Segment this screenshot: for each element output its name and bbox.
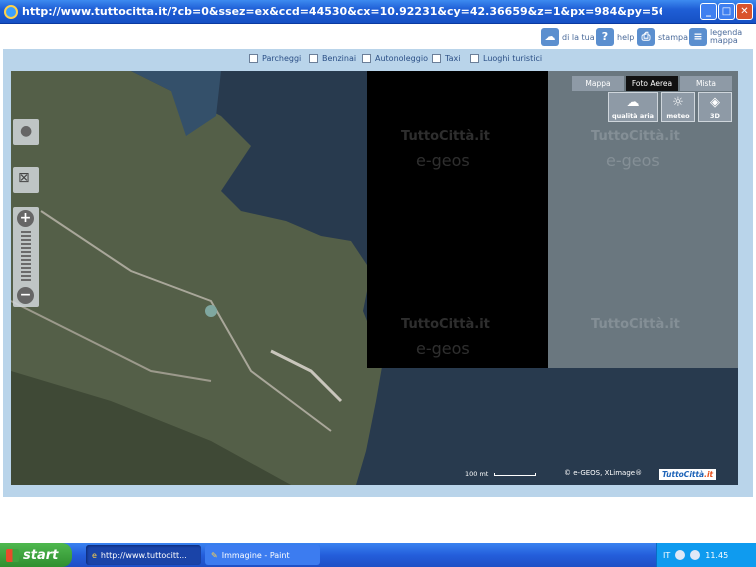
reset-icon: ⊠ — [18, 170, 30, 186]
taskbar: start e http://www.tuttocitt... ✎ Immagine… — [0, 543, 756, 567]
help-link[interactable]: ? help — [596, 28, 634, 46]
watermark: e-geos — [606, 151, 660, 170]
help-icon: ? — [596, 28, 614, 46]
checkbox[interactable] — [249, 54, 258, 63]
chat-icon: ☁ — [541, 28, 559, 46]
checkbox[interactable] — [432, 54, 441, 63]
ie-icon — [4, 5, 18, 19]
close-button[interactable]: ✕ — [736, 3, 753, 20]
filter-benzinai[interactable]: Benzinai — [309, 54, 356, 63]
copyright: © e-GEOS, XLimage® — [564, 469, 643, 477]
task-paint[interactable]: ✎ Immagine - Paint — [205, 545, 320, 565]
street-view-button[interactable]: ● — [13, 119, 39, 145]
clock: 11.45 — [705, 550, 729, 560]
sun-icon: ☼ — [672, 95, 684, 110]
zoom-control[interactable]: + − — [13, 207, 39, 307]
window-titlebar: http://www.tuttocitta.it/?cb=0&ssez=ex&c… — [0, 0, 756, 24]
scale-bar: 100 mt — [465, 470, 537, 478]
system-tray: IT 11.45 — [656, 543, 756, 567]
tuttocitta-logo: TuttoCittà.it — [659, 469, 717, 480]
filter-luoghi-turistici[interactable]: Luoghi turistici — [470, 54, 542, 63]
watermark: e-geos — [416, 151, 470, 170]
volume-icon[interactable] — [690, 550, 701, 560]
watermark: TuttoCittà.it — [591, 129, 680, 144]
cloud-icon: ☁ — [626, 95, 640, 110]
zoom-slider[interactable] — [21, 231, 31, 283]
cube-icon: ◈ — [710, 95, 720, 110]
zoom-in-button[interactable]: + — [17, 210, 34, 227]
checkbox[interactable] — [470, 54, 479, 63]
ie-icon: e — [92, 550, 97, 560]
tab-foto-aerea[interactable]: Foto Aerea — [626, 76, 678, 91]
scale-line — [494, 472, 537, 476]
paint-icon: ✎ — [211, 550, 218, 560]
share-link[interactable]: ☁ di la tua — [541, 28, 595, 46]
map-tools: ☁ qualità aria ☼ meteo ◈ 3D — [608, 92, 732, 122]
printer-icon: ⎙ — [637, 28, 655, 46]
language-indicator[interactable]: IT — [663, 551, 670, 560]
view-tabs: Mappa Foto Aerea Mista — [572, 76, 732, 91]
weather-button[interactable]: ☼ meteo — [661, 92, 695, 122]
checkbox[interactable] — [309, 54, 318, 63]
start-button[interactable]: start — [0, 543, 72, 567]
network-icon[interactable] — [675, 550, 686, 560]
list-icon: ≡ — [689, 28, 707, 46]
maximize-button[interactable]: □ — [718, 3, 735, 20]
minimize-button[interactable]: _ — [700, 3, 717, 20]
poi-filters: Parcheggi Benzinai Autonoleggio Taxi Luo… — [3, 51, 753, 69]
filter-autonoleggio[interactable]: Autonoleggio — [362, 54, 428, 63]
windows-logo-icon — [6, 548, 19, 562]
aerial-map[interactable]: TuttoCittà.it e-geos TuttoCittà.it e-geo… — [11, 71, 738, 485]
watermark: TuttoCittà.it — [401, 317, 490, 332]
watermark: e-geos — [416, 339, 470, 358]
air-quality-button[interactable]: ☁ qualità aria — [608, 92, 658, 122]
3d-button[interactable]: ◈ 3D — [698, 92, 732, 122]
page-bottom — [3, 497, 753, 537]
person-icon: ● — [20, 123, 33, 139]
page-toolbar: ☁ di la tua ? help ⎙ stampa ≡ legenda mappa — [3, 24, 753, 49]
zoom-out-button[interactable]: − — [17, 287, 34, 304]
window-title: http://www.tuttocitta.it/?cb=0&ssez=ex&c… — [22, 5, 662, 18]
filter-parcheggi[interactable]: Parcheggi — [249, 54, 301, 63]
checkbox[interactable] — [362, 54, 371, 63]
watermark: TuttoCittà.it — [591, 317, 680, 332]
print-link[interactable]: ⎙ stampa — [637, 28, 688, 46]
tab-mappa[interactable]: Mappa — [572, 76, 624, 91]
legend-link[interactable]: ≡ legenda mappa — [689, 28, 742, 46]
reset-view-button[interactable]: ⊠ — [13, 167, 39, 193]
watermark: TuttoCittà.it — [401, 129, 490, 144]
tab-mista[interactable]: Mista — [680, 76, 732, 91]
task-ie[interactable]: e http://www.tuttocitt... — [86, 545, 201, 565]
filter-taxi[interactable]: Taxi — [432, 54, 460, 63]
